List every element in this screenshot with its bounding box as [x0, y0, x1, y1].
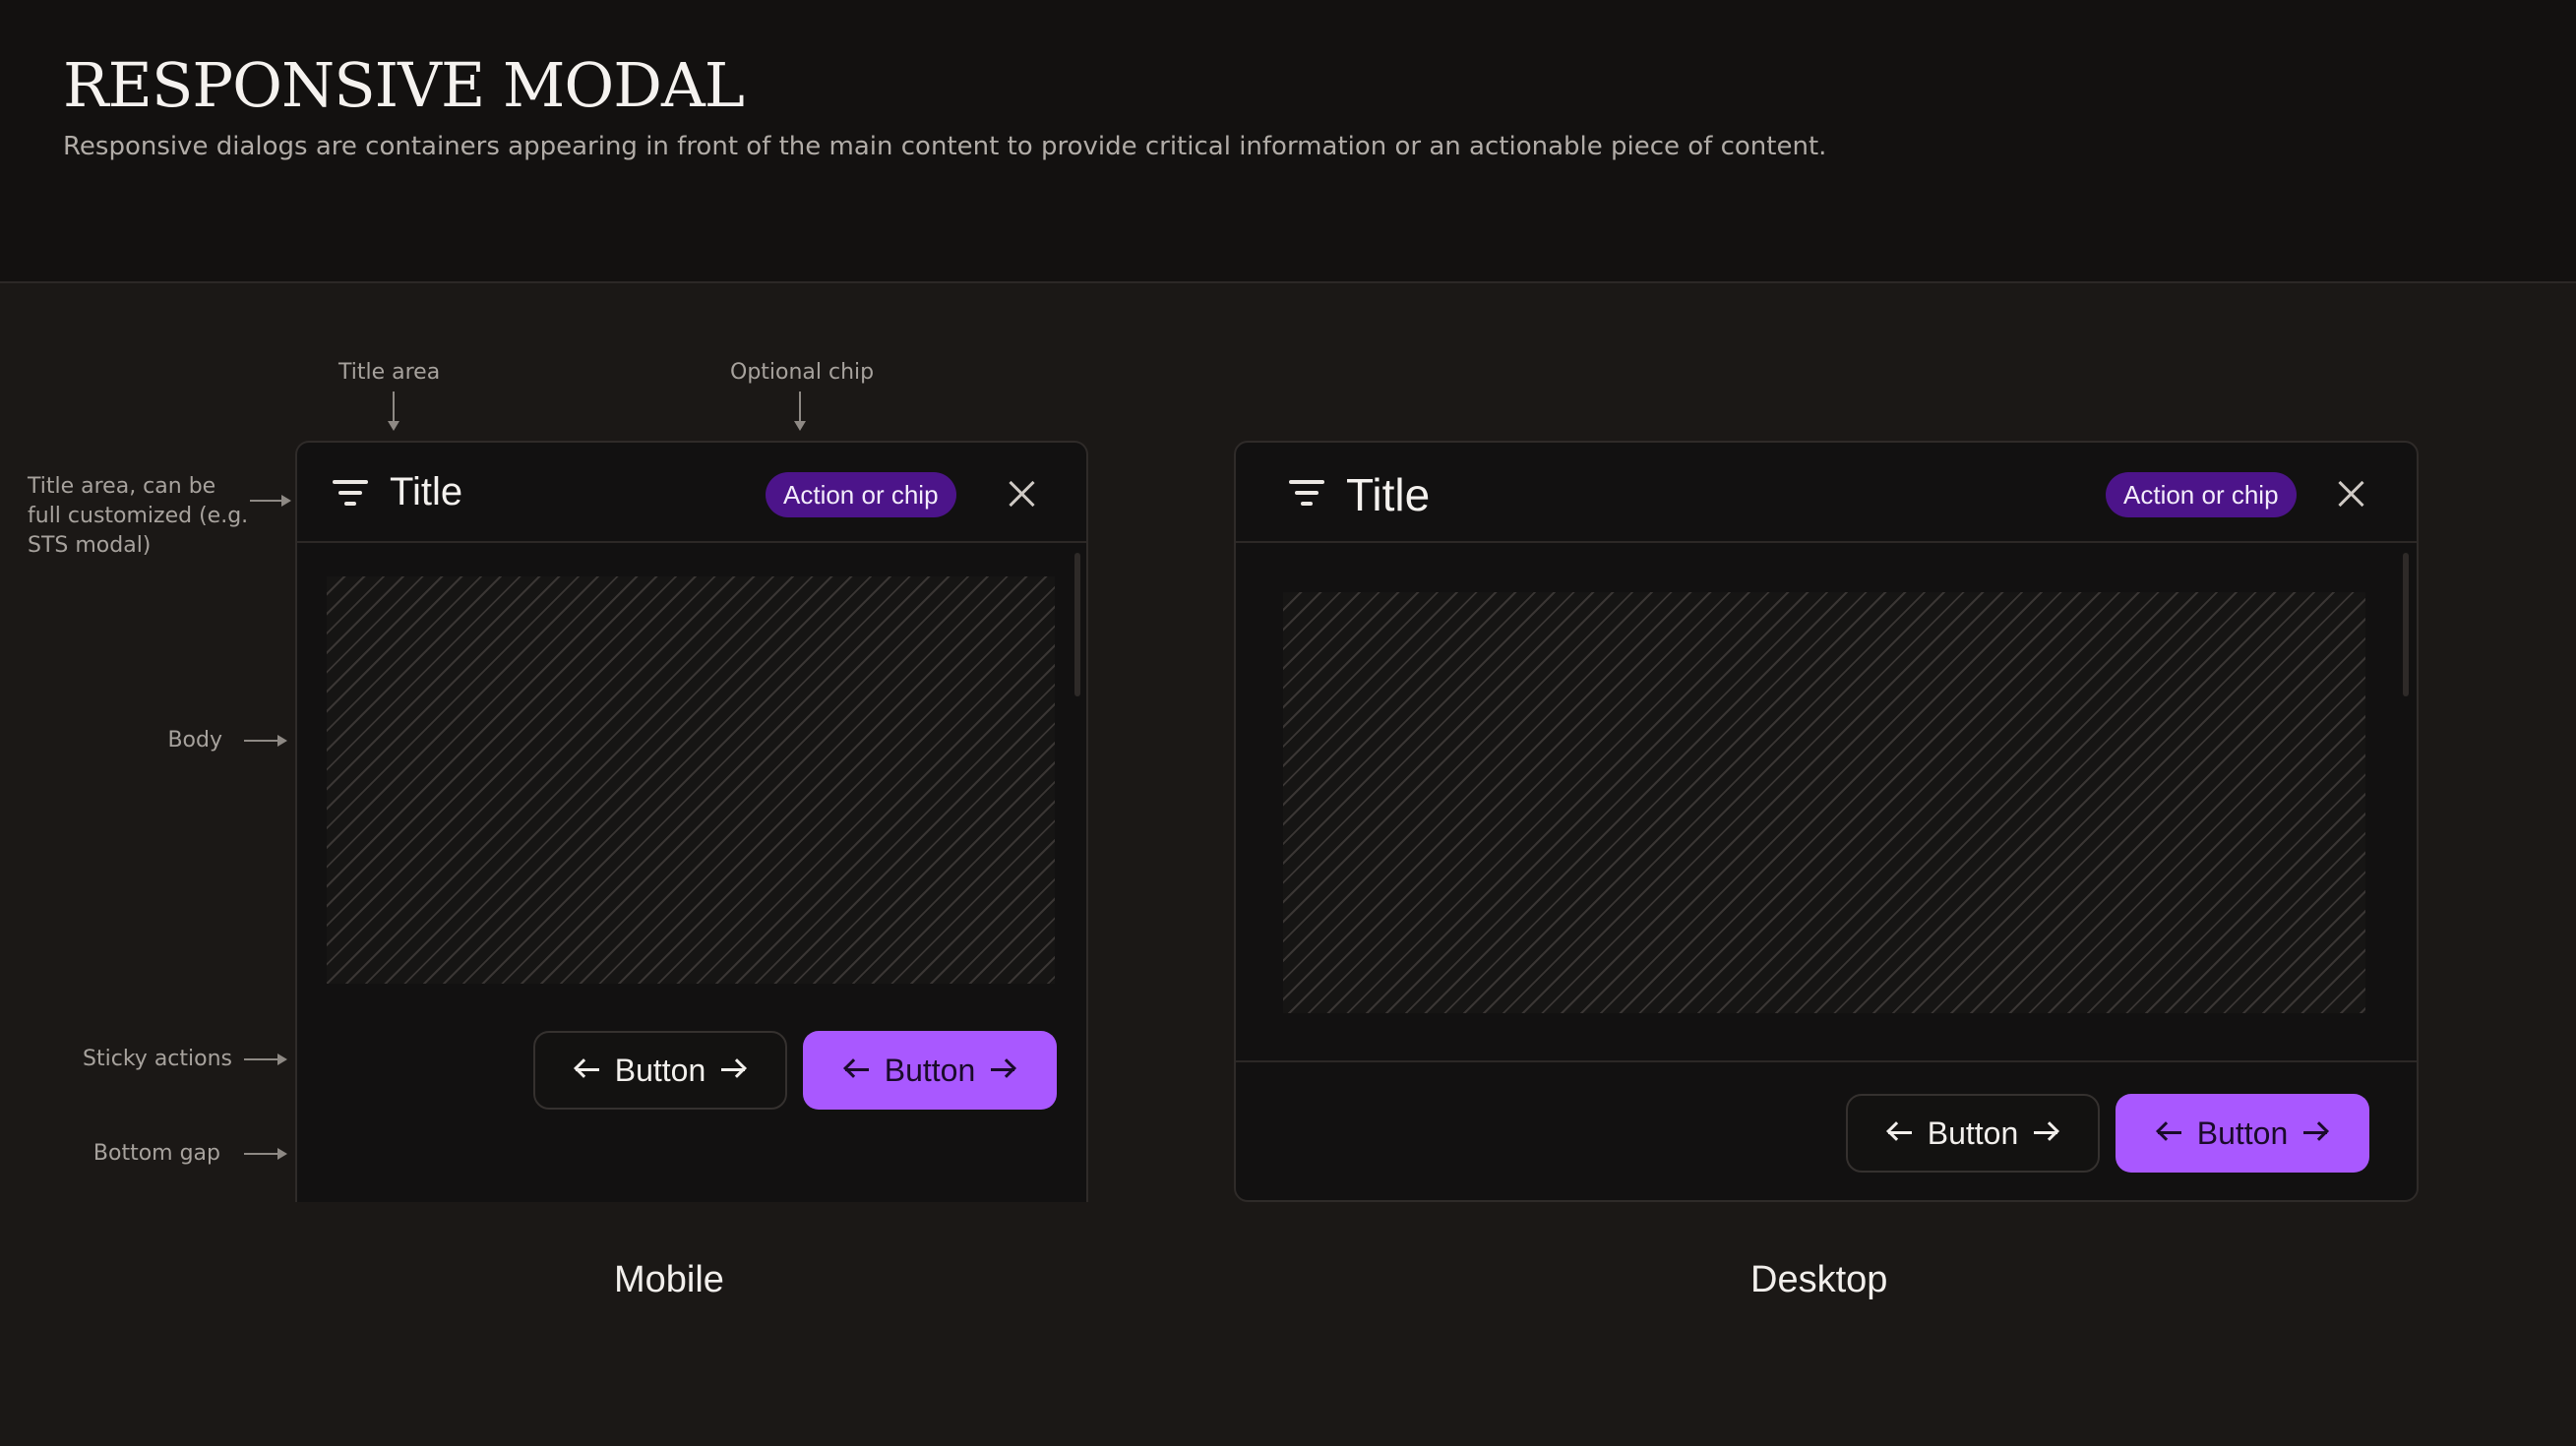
mobile-modal: Title Action or chip Button Button	[295, 441, 1088, 1202]
annotation-bottom-gap: Bottom gap	[92, 1141, 220, 1166]
desktop-primary-button-label: Button	[2196, 1115, 2289, 1151]
desktop-modal-header: Title Action or chip	[1236, 443, 2417, 543]
mobile-secondary-button[interactable]: Button	[533, 1031, 787, 1110]
desktop-secondary-button[interactable]: Button	[1846, 1094, 2100, 1173]
annotation-arrow-optional-chip	[794, 392, 806, 431]
page-title: RESPONSIVE MODAL	[63, 49, 745, 121]
mobile-modal-body	[327, 576, 1055, 984]
arrow-left-icon	[843, 1056, 871, 1084]
annotation-arrow-title-area-custom	[250, 495, 291, 507]
mobile-primary-button[interactable]: Button	[803, 1031, 1057, 1110]
arrow-left-icon	[1886, 1119, 1914, 1147]
mobile-primary-button-label: Button	[884, 1052, 976, 1088]
arrow-right-icon	[2032, 1119, 2059, 1147]
page-header: RESPONSIVE MODAL Responsive dialogs are …	[0, 0, 2576, 283]
desktop-modal-body	[1283, 592, 2365, 1013]
mobile-action-chip[interactable]: Action or chip	[766, 472, 956, 517]
mobile-secondary-button-label: Button	[614, 1052, 706, 1088]
annotation-body: Body	[167, 728, 222, 753]
annotation-title-area-custom: Title area, can be full customized (e.g.…	[28, 474, 249, 558]
arrow-right-icon	[2301, 1119, 2329, 1147]
close-icon[interactable]	[2336, 479, 2365, 509]
mobile-modal-title: Title	[390, 470, 463, 513]
arrow-right-icon	[989, 1056, 1016, 1084]
annotation-optional-chip: Optional chip	[730, 360, 875, 385]
desktop-modal-title: Title	[1346, 469, 1431, 520]
annotation-arrow-body	[244, 735, 287, 747]
mobile-modal-header: Title Action or chip	[297, 443, 1086, 543]
arrow-left-icon	[574, 1056, 601, 1084]
arrow-right-icon	[719, 1056, 747, 1084]
mobile-scrollbar[interactable]	[1074, 553, 1080, 696]
arrow-left-icon	[2156, 1119, 2183, 1147]
mobile-caption: Mobile	[614, 1259, 724, 1300]
filter-icon	[333, 480, 370, 510]
annotation-arrow-title-area	[388, 392, 399, 431]
desktop-modal: Title Action or chip Button Button	[1234, 441, 2419, 1202]
desktop-scrollbar[interactable]	[2403, 553, 2409, 696]
desktop-primary-button[interactable]: Button	[2116, 1094, 2369, 1173]
filter-icon	[1289, 480, 1326, 510]
desktop-footer-divider	[1236, 1060, 2417, 1062]
annotation-title-area: Title area	[338, 360, 441, 385]
close-icon[interactable]	[1007, 479, 1036, 509]
annotation-arrow-bottom-gap	[244, 1148, 287, 1160]
annotation-arrow-sticky-actions	[244, 1054, 287, 1065]
desktop-action-chip[interactable]: Action or chip	[2106, 472, 2297, 517]
annotation-sticky-actions: Sticky actions	[83, 1047, 232, 1071]
page-description: Responsive dialogs are containers appear…	[63, 132, 1827, 161]
desktop-secondary-button-label: Button	[1927, 1115, 2019, 1151]
desktop-caption: Desktop	[1750, 1259, 1888, 1300]
